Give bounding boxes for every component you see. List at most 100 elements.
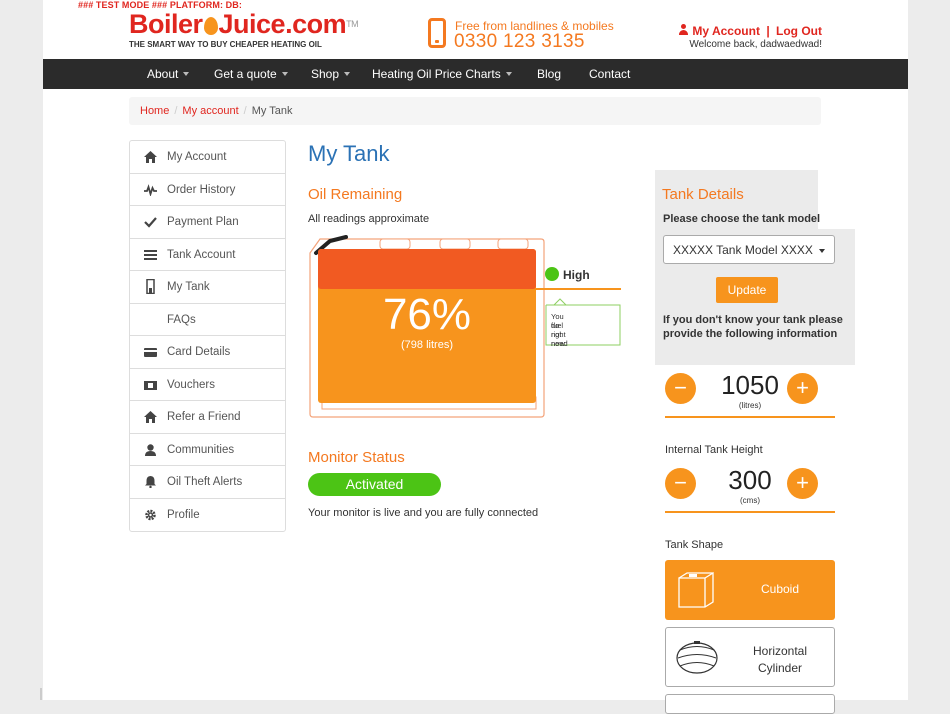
sidebar-item-label: My Tank bbox=[167, 281, 210, 293]
sidebar-item-my-account[interactable]: My Account bbox=[130, 141, 285, 174]
sidebar-item-faqs[interactable]: FAQs bbox=[130, 304, 285, 336]
sidebar-item-label: Profile bbox=[167, 508, 200, 521]
shape-option-next[interactable] bbox=[665, 694, 835, 714]
horizontal-cylinder-icon bbox=[676, 641, 718, 674]
breadcrumb-separator: / bbox=[243, 105, 247, 117]
my-account-link[interactable]: My Account bbox=[692, 24, 760, 38]
cuboid-label: Cuboid bbox=[760, 582, 800, 596]
sidebar-item-refer-a-friend[interactable]: Refer a Friend bbox=[130, 401, 285, 434]
sidebar-item-vouchers[interactable]: Vouchers bbox=[130, 369, 285, 401]
oil-percent: 76% bbox=[382, 290, 472, 339]
card-icon bbox=[144, 346, 157, 358]
shape-option-horizontal-cylinder[interactable]: Horizontal Cylinder bbox=[665, 627, 835, 687]
chevron-down-icon bbox=[344, 72, 351, 76]
home-icon bbox=[144, 411, 157, 423]
tank-info-text: If you don't know your tank please provi… bbox=[663, 314, 843, 340]
tagline: THE SMART WAY TO BUY CHEAPER HEATING OIL bbox=[129, 40, 322, 49]
nav-get-a-quote-label: Get a quote bbox=[214, 67, 277, 81]
logo-text-right: Juice.com bbox=[218, 9, 347, 39]
sidebar-item-label: Card Details bbox=[167, 346, 231, 358]
voucher-icon bbox=[144, 379, 157, 391]
logo[interactable]: Boiler Juice.comTM bbox=[129, 9, 359, 39]
breadcrumb-home[interactable]: Home bbox=[140, 105, 169, 117]
level-note-line2: fuel right now bbox=[551, 321, 566, 348]
shape-option-cuboid[interactable]: Cuboid bbox=[665, 560, 835, 620]
account-separator: | bbox=[766, 24, 770, 38]
volume-decrease-button[interactable]: − bbox=[665, 373, 696, 404]
volume-unit: (litres) bbox=[738, 401, 762, 410]
oil-drop-icon bbox=[203, 17, 218, 35]
main-navbar: About Get a quote Shop Heating Oil Price… bbox=[43, 59, 908, 89]
sidebar-item-label: Refer a Friend bbox=[167, 411, 241, 423]
volume-increase-button[interactable]: + bbox=[787, 373, 818, 404]
oil-remaining-title: Oil Remaining bbox=[308, 186, 403, 203]
nav-shop[interactable]: Shop bbox=[311, 67, 351, 81]
sidebar-item-communities[interactable]: Communities bbox=[130, 434, 285, 466]
account-sidebar: My Account Order History Payment Plan Ta… bbox=[129, 140, 286, 532]
sidebar-item-label: Communities bbox=[167, 443, 235, 456]
sidebar-item-label: Tank Account bbox=[167, 248, 236, 261]
breadcrumb-my-account[interactable]: My account bbox=[182, 105, 238, 117]
activity-icon bbox=[144, 183, 157, 197]
bell-icon bbox=[144, 476, 157, 489]
choose-model-label: Please choose the tank model bbox=[663, 213, 821, 225]
height-label: Internal Tank Height bbox=[665, 444, 763, 456]
nav-shop-label: Shop bbox=[311, 67, 340, 81]
chevron-down-icon bbox=[281, 72, 288, 76]
nav-get-a-quote[interactable]: Get a quote bbox=[214, 67, 288, 81]
sidebar-item-label: FAQs bbox=[167, 313, 196, 326]
gear-icon bbox=[144, 509, 157, 521]
nav-contact[interactable]: Contact bbox=[589, 67, 630, 81]
sidebar-item-card-details[interactable]: Card Details bbox=[130, 336, 285, 369]
monitor-status-text: Your monitor is live and you are fully c… bbox=[308, 507, 539, 519]
oil-litres: (798 litres) bbox=[401, 339, 453, 351]
height-value[interactable]: 300 bbox=[701, 465, 799, 496]
volume-value[interactable]: 1050 bbox=[701, 370, 799, 401]
nav-blog-label: Blog bbox=[537, 67, 562, 81]
sidebar-item-tank-account[interactable]: Tank Account bbox=[130, 239, 285, 271]
monitor-status-title: Monitor Status bbox=[308, 449, 405, 466]
sidebar-item-payment-plan[interactable]: Payment Plan bbox=[130, 206, 285, 239]
nav-about[interactable]: About bbox=[147, 67, 190, 81]
height-increase-button[interactable]: + bbox=[787, 468, 818, 499]
welcome-message: Welcome back, dadwaedwad! bbox=[689, 39, 822, 50]
nav-blog[interactable]: Blog bbox=[537, 67, 561, 81]
volume-stepper: − 1050 (litres) + bbox=[665, 366, 835, 418]
check-icon bbox=[144, 216, 157, 228]
breadcrumb-current: My Tank bbox=[251, 105, 293, 117]
logo-text-left: Boiler bbox=[129, 9, 203, 39]
phone-icon bbox=[428, 18, 446, 48]
sidebar-item-profile[interactable]: Profile bbox=[130, 499, 285, 532]
tank-details-panel: Tank Details Please choose the tank mode… bbox=[655, 170, 855, 714]
nav-price-charts-label: Heating Oil Price Charts bbox=[372, 67, 501, 81]
nav-price-charts[interactable]: Heating Oil Price Charts bbox=[372, 67, 512, 81]
cuboid-icon bbox=[678, 571, 714, 608]
cylinder-label-line2: Cylinder bbox=[757, 661, 802, 675]
sidebar-item-label: Oil Theft Alerts bbox=[167, 476, 243, 488]
height-stepper: − 300 (cms) + bbox=[665, 461, 835, 513]
sidebar-item-label: Vouchers bbox=[167, 378, 215, 391]
update-button[interactable]: Update bbox=[716, 277, 778, 303]
breadcrumb: Home / My account / My Tank bbox=[129, 97, 821, 125]
trademark: TM bbox=[346, 19, 359, 29]
nav-contact-label: Contact bbox=[589, 67, 631, 81]
user-icon bbox=[679, 24, 689, 35]
logout-link[interactable]: Log Out bbox=[776, 24, 822, 38]
cylinder-label-line1: Horizontal bbox=[752, 644, 808, 658]
scrollbar-fragment[interactable] bbox=[40, 688, 42, 700]
list-icon bbox=[144, 249, 157, 261]
sidebar-item-label: My Account bbox=[167, 151, 227, 163]
height-unit: (cms) bbox=[740, 496, 760, 505]
breadcrumb-separator: / bbox=[174, 105, 178, 117]
phone-number[interactable]: 0330 123 3135 bbox=[454, 31, 585, 53]
nav-about-label: About bbox=[147, 67, 179, 81]
chevron-down-icon bbox=[505, 72, 512, 76]
sidebar-item-oil-theft-alerts[interactable]: Oil Theft Alerts bbox=[130, 466, 285, 499]
sidebar-item-my-tank[interactable]: My Tank bbox=[130, 271, 285, 304]
sidebar-item-order-history[interactable]: Order History bbox=[130, 174, 285, 206]
tank-icon bbox=[144, 278, 157, 295]
tank-model-select[interactable]: XXXXX Tank Model XXXX bbox=[663, 235, 835, 264]
chevron-down-icon bbox=[183, 72, 190, 76]
height-decrease-button[interactable]: − bbox=[665, 468, 696, 499]
tank-details-title: Tank Details bbox=[662, 186, 744, 203]
